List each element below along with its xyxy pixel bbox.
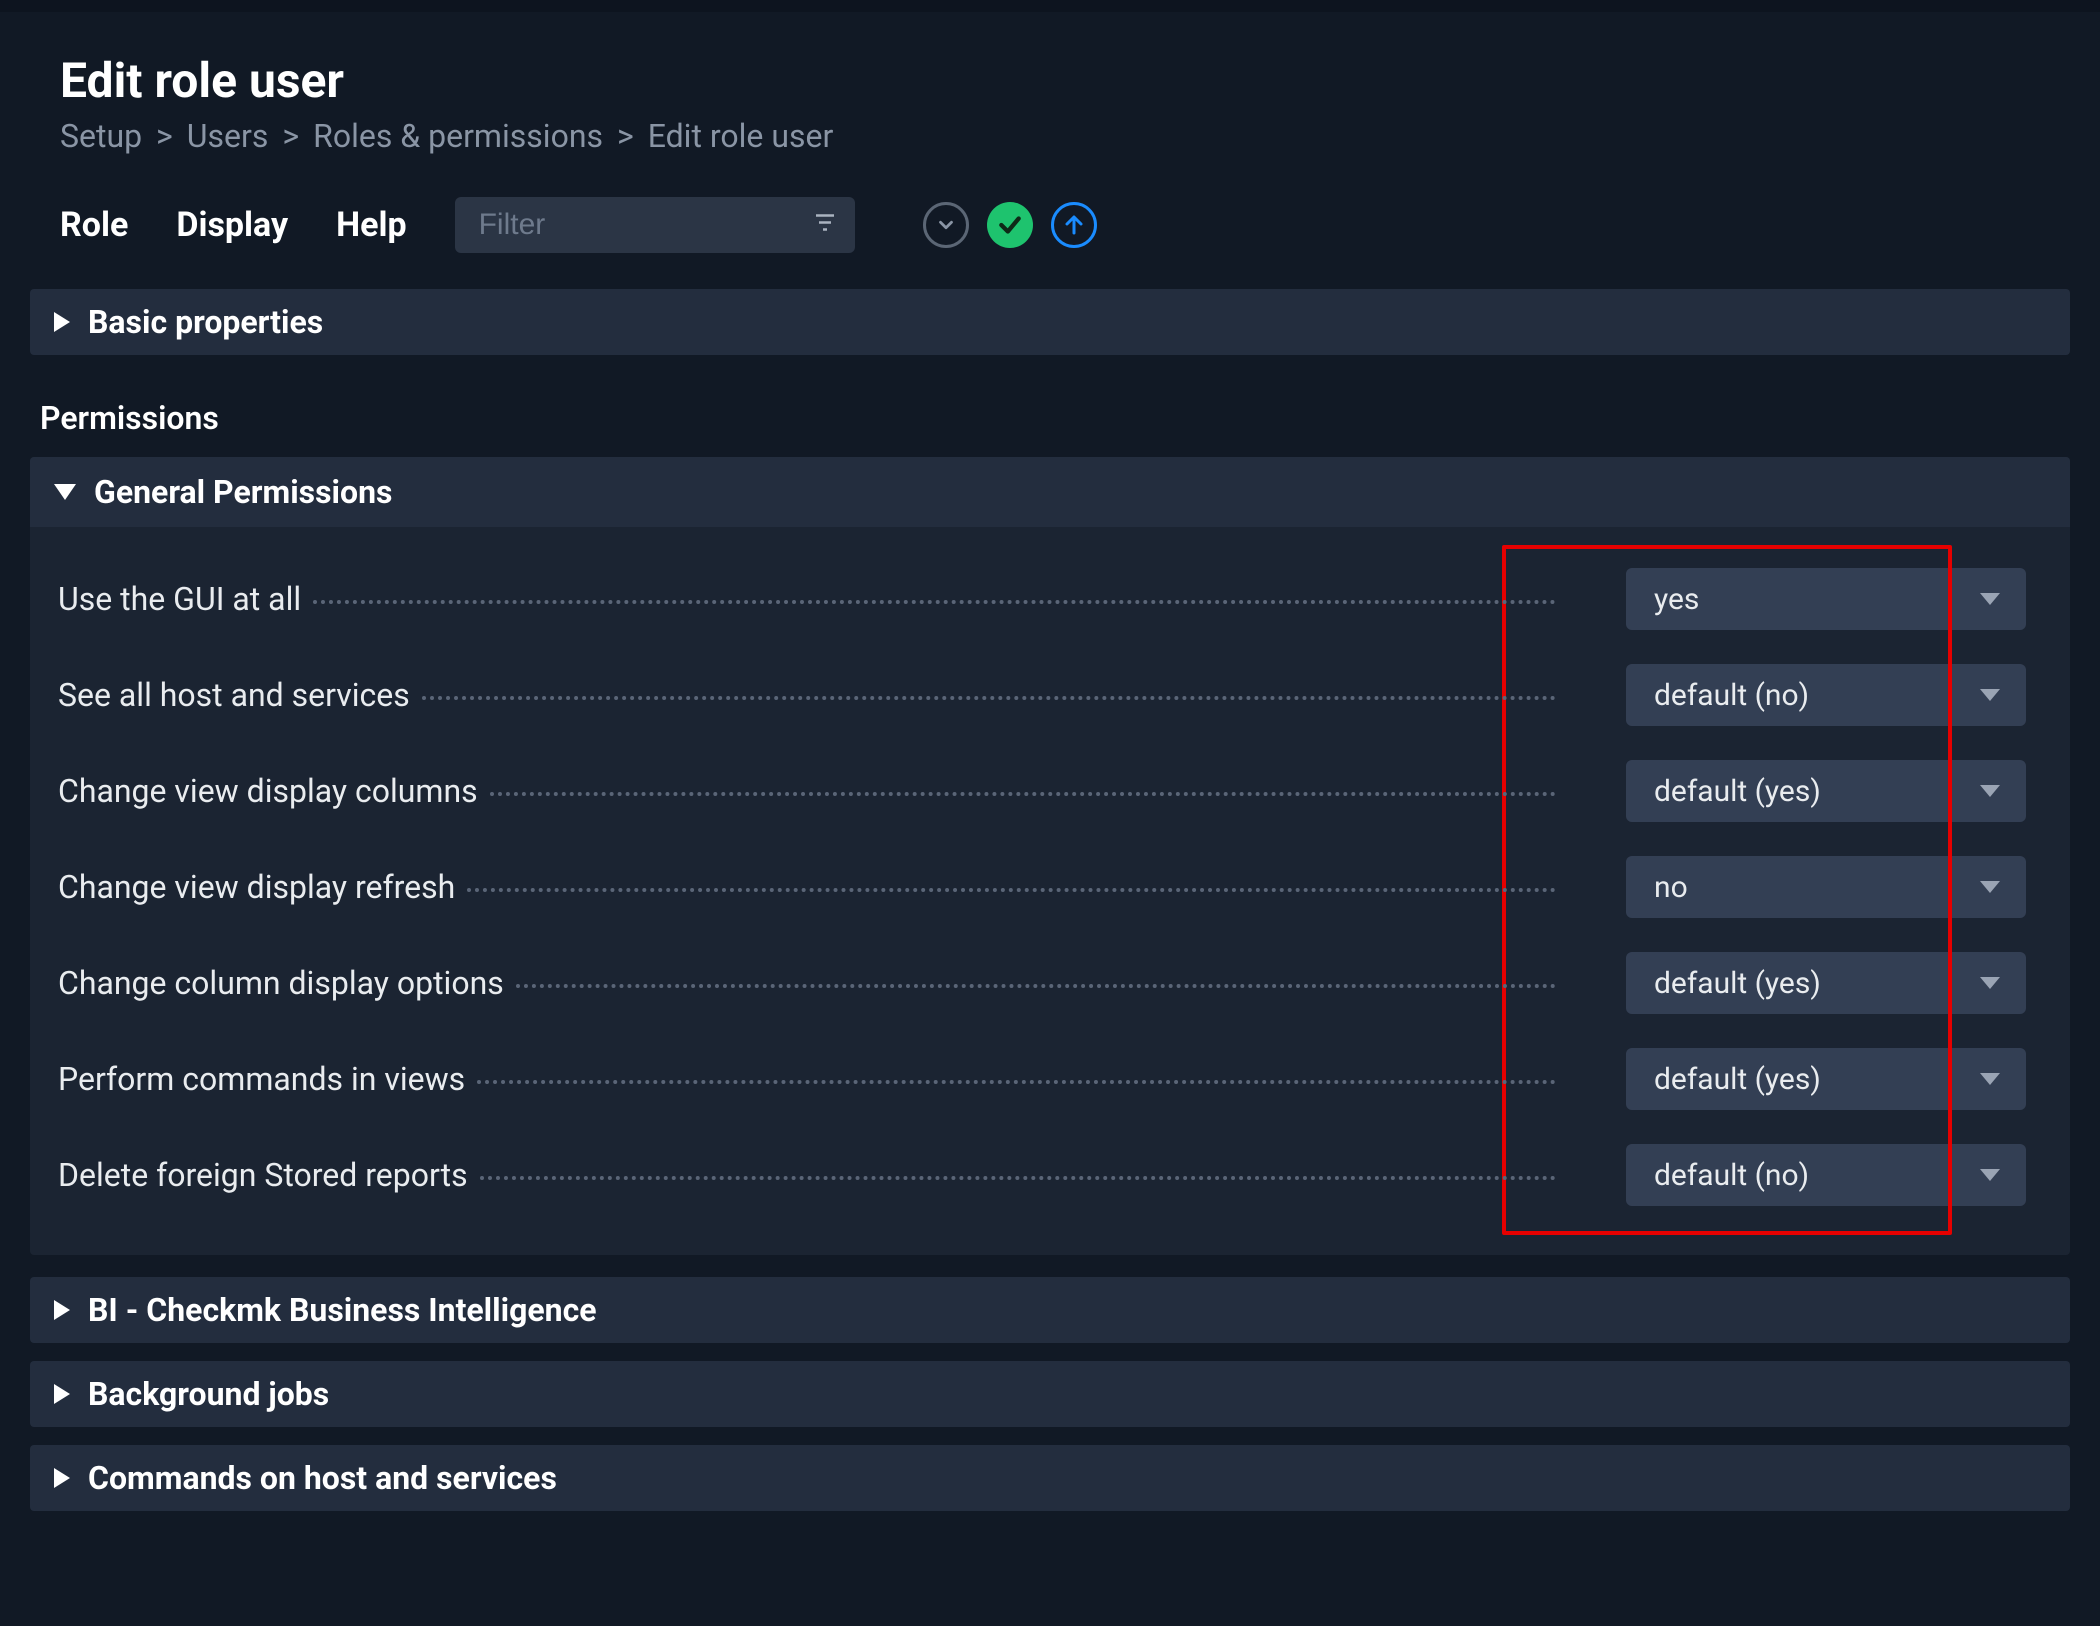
section-title: BI - Checkmk Business Intelligence — [88, 1291, 597, 1329]
permission-value: no — [1654, 870, 1688, 905]
section-basic-properties[interactable]: Basic properties — [30, 289, 2070, 355]
section-commands[interactable]: Commands on host and services — [30, 1445, 2070, 1511]
breadcrumb-sep: > — [282, 117, 299, 155]
leader-dots — [490, 792, 1556, 796]
menu-display[interactable]: Display — [176, 205, 288, 245]
chevron-right-icon — [54, 1384, 70, 1404]
permission-value: default (yes) — [1654, 1062, 1821, 1097]
menu-help[interactable]: Help — [336, 205, 407, 245]
confirm-button[interactable] — [987, 202, 1033, 248]
permission-select[interactable]: default (yes) — [1626, 1048, 2026, 1110]
breadcrumb-item[interactable]: Users — [187, 117, 269, 155]
permission-select[interactable]: no — [1626, 856, 2026, 918]
breadcrumb-item[interactable]: Roles & permissions — [313, 117, 603, 155]
permission-row: See all host and services default (no) — [58, 647, 2042, 743]
permission-value: default (no) — [1654, 678, 1809, 713]
chevron-right-icon — [54, 312, 70, 332]
toolbar: Role Display Help — [0, 175, 2100, 279]
permission-select[interactable]: default (no) — [1626, 1144, 2026, 1206]
permission-label: See all host and services — [58, 676, 422, 714]
section-general-permissions[interactable]: General Permissions — [30, 457, 2070, 527]
section-background-jobs[interactable]: Background jobs — [30, 1361, 2070, 1427]
permission-row: Change column display options default (ye… — [58, 935, 2042, 1031]
permission-row: Change view display refresh no — [58, 839, 2042, 935]
permission-label: Change view display columns — [58, 772, 490, 810]
filter-icon[interactable] — [813, 209, 837, 242]
chevron-down-icon — [1980, 785, 2000, 797]
permission-select[interactable]: default (yes) — [1626, 760, 2026, 822]
permission-select[interactable]: yes — [1626, 568, 2026, 630]
page-title: Edit role user — [60, 52, 2040, 109]
leader-dots — [516, 984, 1556, 988]
chevron-right-icon — [54, 1468, 70, 1488]
permission-label: Perform commands in views — [58, 1060, 477, 1098]
section-title: General Permissions — [94, 473, 392, 511]
breadcrumb-sep: > — [156, 117, 173, 155]
general-permissions-panel: General Permissions Use the GUI at all ye… — [30, 457, 2070, 1255]
chevron-down-icon — [1980, 977, 2000, 989]
permission-row: Delete foreign Stored reports default (no… — [58, 1127, 2042, 1223]
section-bi[interactable]: BI - Checkmk Business Intelligence — [30, 1277, 2070, 1343]
collapse-all-button[interactable] — [923, 202, 969, 248]
chevron-down-icon — [1980, 593, 2000, 605]
leader-dots — [480, 1176, 1556, 1180]
permission-label: Use the GUI at all — [58, 580, 313, 618]
permissions-heading: Permissions — [30, 371, 2070, 457]
filter-input[interactable] — [455, 197, 855, 253]
section-title: Commands on host and services — [88, 1459, 557, 1497]
menu-role[interactable]: Role — [60, 205, 128, 245]
permission-select[interactable]: default (no) — [1626, 664, 2026, 726]
chevron-right-icon — [54, 1300, 70, 1320]
section-title: Background jobs — [88, 1375, 329, 1413]
leader-dots — [477, 1080, 1556, 1084]
permission-label: Delete foreign Stored reports — [58, 1156, 480, 1194]
section-title: Basic properties — [88, 303, 323, 341]
breadcrumb-sep: > — [617, 117, 634, 155]
chevron-down-icon — [1980, 1169, 2000, 1181]
permission-value: default (yes) — [1654, 774, 1821, 809]
chevron-down-icon — [1980, 881, 2000, 893]
permission-select[interactable]: default (yes) — [1626, 952, 2026, 1014]
permission-row: Perform commands in views default (yes) — [58, 1031, 2042, 1127]
leader-dots — [313, 600, 1556, 604]
upload-button[interactable] — [1051, 202, 1097, 248]
window-top-strip — [0, 0, 2100, 12]
chevron-down-icon — [1980, 689, 2000, 701]
breadcrumb-item: Edit role user — [648, 117, 834, 155]
permission-label: Change view display refresh — [58, 868, 467, 906]
permission-value: default (yes) — [1654, 966, 1821, 1001]
leader-dots — [422, 696, 1556, 700]
permission-row: Use the GUI at all yes — [58, 551, 2042, 647]
chevron-down-icon — [54, 484, 76, 500]
breadcrumb-item[interactable]: Setup — [60, 117, 142, 155]
permission-value: default (no) — [1654, 1158, 1809, 1193]
permission-row: Change view display columns default (yes) — [58, 743, 2042, 839]
leader-dots — [467, 888, 1556, 892]
permission-label: Change column display options — [58, 964, 516, 1002]
breadcrumb: Setup > Users > Roles & permissions > Ed… — [60, 117, 2040, 155]
permission-value: yes — [1654, 582, 1699, 617]
chevron-down-icon — [1980, 1073, 2000, 1085]
